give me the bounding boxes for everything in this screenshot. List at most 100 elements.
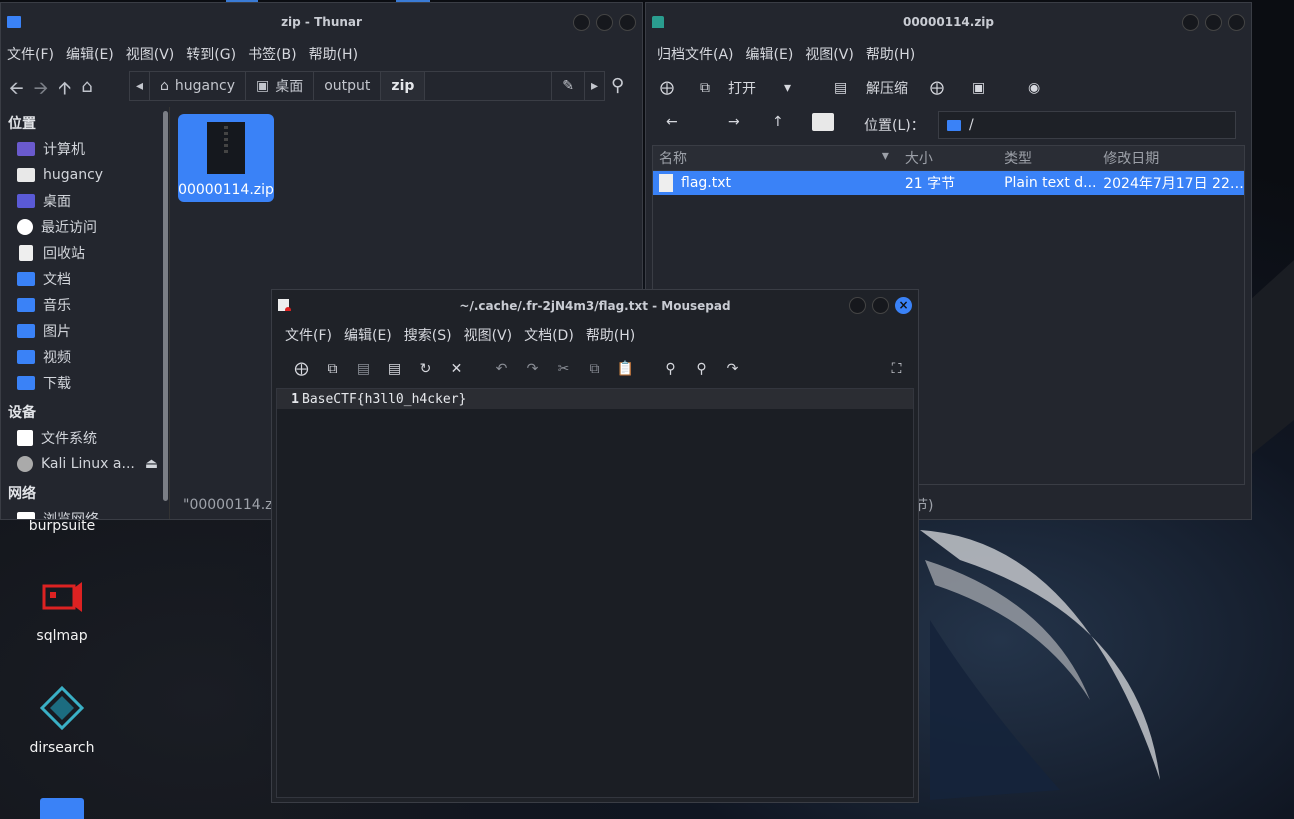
menu-view[interactable]: 视图(V) [458, 325, 519, 345]
minimize-button[interactable] [849, 297, 866, 314]
extract-button[interactable]: 解压缩 [866, 78, 930, 98]
up-arrow-icon[interactable]: ↑ [772, 114, 784, 130]
menu-file[interactable]: 文件(F) [279, 325, 338, 345]
menu-document[interactable]: 文档(D) [518, 325, 580, 345]
sidebar-item-trash[interactable]: 回收站 [1, 240, 161, 266]
menu-go[interactable]: 转到(G) [180, 44, 242, 64]
location-field[interactable]: / [938, 111, 1236, 139]
maximize-button[interactable] [1205, 14, 1222, 31]
save-icon[interactable]: ▤ [348, 361, 379, 377]
undo-icon[interactable]: ↶ [486, 361, 517, 377]
minimize-button[interactable] [573, 14, 590, 31]
back-arrow-icon[interactable]: ← [666, 114, 678, 130]
thunar-titlebar[interactable]: zip - Thunar [1, 3, 642, 41]
path-segment-home[interactable]: ⌂ hugancy [150, 72, 246, 100]
menu-search[interactable]: 搜索(S) [398, 325, 458, 345]
sidebar-item-documents[interactable]: 文档 [1, 266, 161, 292]
close-button[interactable]: × [895, 297, 912, 314]
column-header-size[interactable]: 大小 [899, 148, 998, 168]
sidebar-scrollbar[interactable] [163, 111, 168, 501]
open-dropdown-icon[interactable]: ▾ [784, 80, 834, 96]
sidebar-item-videos[interactable]: 视频 [1, 344, 161, 370]
stop-icon[interactable]: ◉ [1028, 80, 1040, 96]
menu-help[interactable]: 帮助(H) [303, 44, 364, 64]
menu-help[interactable]: 帮助(H) [860, 44, 921, 64]
eject-icon[interactable]: ⏏ [145, 456, 158, 472]
home-icon[interactable]: ⌂ [81, 76, 92, 106]
cut-icon[interactable]: ✂ [548, 361, 579, 377]
minimize-button[interactable] [1182, 14, 1199, 31]
extract-icon[interactable]: ▤ [834, 80, 866, 96]
line-content[interactable]: BaseCTF{h3ll0_h4cker} [302, 392, 466, 407]
open-button[interactable]: 打开 [728, 78, 784, 98]
desktop-icon-dirsearch[interactable]: dirsearch [12, 685, 112, 756]
forward-arrow-icon[interactable]: → [728, 114, 740, 130]
sort-arrow-icon: ▾ [881, 148, 889, 164]
save-as-icon[interactable]: ▤ [379, 361, 410, 377]
menu-bookmarks[interactable]: 书签(B) [242, 44, 303, 64]
menu-file[interactable]: 文件(F) [1, 44, 60, 64]
paste-icon[interactable]: 📋 [610, 361, 641, 377]
menu-view[interactable]: 视图(V) [120, 44, 181, 64]
fullscreen-icon[interactable]: ⛶ [881, 361, 912, 377]
path-scroll-left-button[interactable]: ◂ [130, 72, 151, 100]
sidebar-item-pictures[interactable]: 图片 [1, 318, 161, 344]
sidebar-item-filesystem[interactable]: 文件系统 [1, 425, 161, 451]
mousepad-window[interactable]: ~/.cache/.fr-2jN4m3/flag.txt - Mousepad … [271, 289, 919, 803]
sidebar-item-browse-network[interactable]: 浏览网络 [1, 506, 161, 519]
file-item-zip[interactable]: 00000114.zip [178, 114, 274, 202]
sidebar-item-kali-disc[interactable]: Kali Linux a... ⏏ [1, 451, 161, 477]
menu-edit[interactable]: 编辑(E) [60, 44, 120, 64]
row-size: 21 字节 [904, 176, 956, 192]
sidebar-item-home[interactable]: hugancy [1, 162, 161, 188]
open-archive-icon[interactable]: ⧉ [700, 80, 728, 96]
path-segment-zip[interactable]: zip [381, 72, 426, 100]
table-row[interactable]: flag.txt 21 字节 Plain text d... 2024年7月17… [653, 171, 1244, 195]
menu-view[interactable]: 视图(V) [799, 44, 860, 64]
copy-icon[interactable]: ⧉ [579, 361, 610, 377]
maximize-button[interactable] [596, 14, 613, 31]
find-replace-icon[interactable]: ⚲ [686, 361, 717, 377]
mousepad-titlebar[interactable]: ~/.cache/.fr-2jN4m3/flag.txt - Mousepad … [272, 290, 918, 322]
desktop-icon-sqlmap[interactable]: sqlmap [12, 578, 112, 644]
close-button[interactable] [619, 14, 636, 31]
folder-icon[interactable] [40, 798, 84, 819]
add-files-icon[interactable]: ⨁ [930, 80, 972, 96]
up-arrow-icon[interactable]: 🡩 [58, 76, 71, 106]
forward-arrow-icon[interactable]: 🡪 [34, 76, 49, 106]
close-button[interactable] [1228, 14, 1245, 31]
sidebar-item-computer[interactable]: 计算机 [1, 136, 161, 162]
archive-titlebar[interactable]: 00000114.zip [646, 3, 1251, 41]
redo-icon[interactable]: ↷ [517, 361, 548, 377]
new-document-icon[interactable]: ⨁ [286, 361, 317, 377]
path-scroll-right-button[interactable]: ▸ [585, 72, 604, 100]
menu-edit[interactable]: 编辑(E) [740, 44, 800, 64]
column-header-date[interactable]: 修改日期 [1097, 148, 1244, 168]
search-icon[interactable]: ⚲ [655, 361, 686, 377]
close-document-icon[interactable]: ✕ [441, 361, 472, 377]
sidebar-item-music[interactable]: 音乐 [1, 292, 161, 318]
sidebar-item-recent[interactable]: 最近访问 [1, 214, 161, 240]
home-folder-icon[interactable] [812, 113, 834, 131]
sidebar-header-devices: 设备 [8, 405, 36, 421]
maximize-button[interactable] [872, 297, 889, 314]
sidebar-item-desktop[interactable]: 桌面 [1, 188, 161, 214]
edit-location-icon[interactable]: ✎ [551, 72, 585, 100]
column-header-type[interactable]: 类型 [998, 148, 1097, 168]
new-window-icon[interactable]: ⧉ [317, 361, 348, 377]
path-segment-desktop[interactable]: ▣ 桌面 [246, 72, 315, 100]
go-to-line-icon[interactable]: ↷ [717, 361, 748, 377]
reload-icon[interactable]: ↻ [410, 361, 441, 377]
menu-edit[interactable]: 编辑(E) [338, 325, 398, 345]
column-header-name[interactable]: 名称 ▾ [653, 148, 899, 168]
add-folder-icon[interactable]: ▣ [972, 80, 1028, 96]
back-arrow-icon[interactable]: 🡨 [9, 76, 24, 106]
sidebar-item-downloads[interactable]: 下载 [1, 370, 161, 396]
desktop-icon-burpsuite[interactable]: burpsuite [12, 518, 112, 534]
new-archive-icon[interactable]: ⨁ [660, 80, 700, 96]
menu-archive[interactable]: 归档文件(A) [651, 44, 740, 64]
path-segment-output[interactable]: output [314, 72, 382, 100]
text-editor-area[interactable]: 1 BaseCTF{h3ll0_h4cker} [276, 388, 914, 798]
search-icon[interactable]: ⚲ [611, 75, 624, 96]
menu-help[interactable]: 帮助(H) [580, 325, 641, 345]
